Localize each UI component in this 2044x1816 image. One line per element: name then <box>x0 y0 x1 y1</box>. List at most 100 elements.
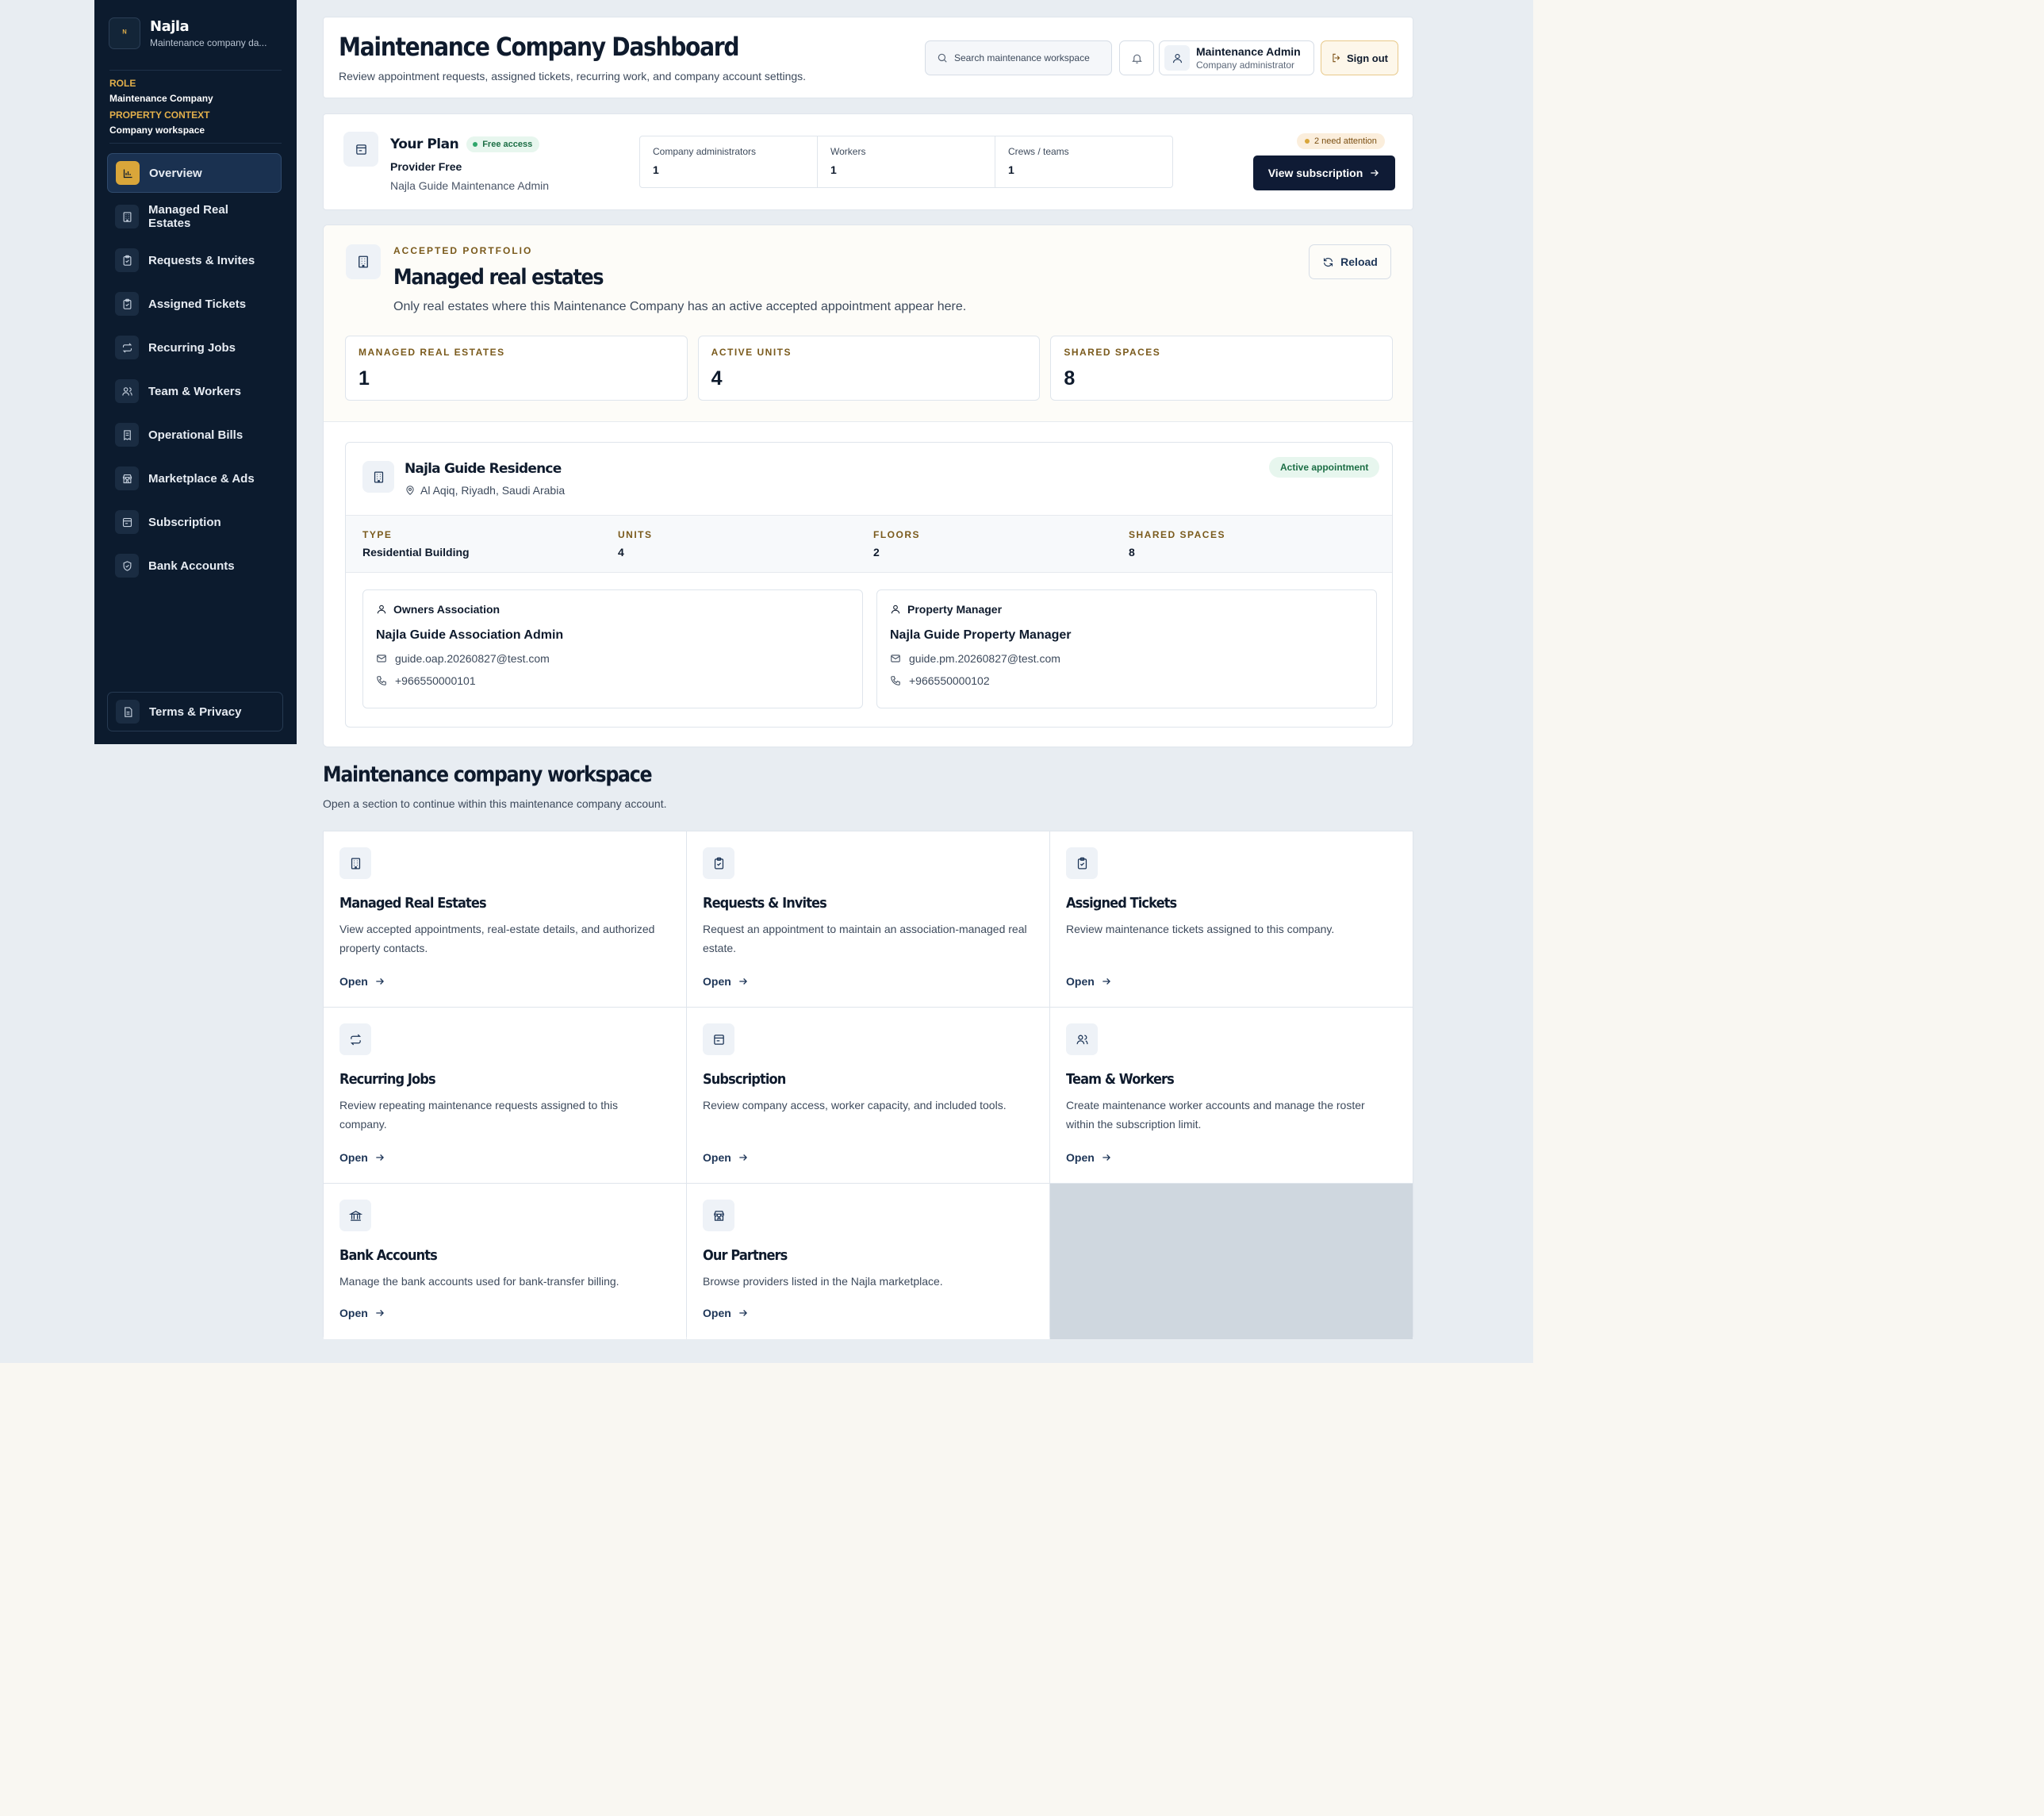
receipt-icon <box>115 423 139 447</box>
property-context-label: PROPERTY CONTEXT <box>109 109 210 121</box>
open-link[interactable]: Open <box>703 1151 749 1164</box>
plan-card: Your Plan Free access Provider Free Najl… <box>323 113 1413 210</box>
sidebar-divider <box>109 143 282 144</box>
stat-managed-real-estates: MANAGED REAL ESTATES 1 <box>345 336 688 401</box>
estate-location: Al Aqiq, Riyadh, Saudi Arabia <box>405 484 565 497</box>
sidebar-item-managed-real-estates[interactable]: Managed Real Estates <box>107 197 282 236</box>
role-context: ROLE Maintenance Company PROPERTY CONTEX… <box>109 70 282 136</box>
workspace-card-managed-real-estates[interactable]: Managed Real Estates View accepted appoi… <box>324 831 686 1007</box>
workspace-card-subscription[interactable]: Subscription Review company access, work… <box>687 1008 1049 1183</box>
shield-icon <box>115 554 139 578</box>
contact-email[interactable]: guide.oap.20260827@test.com <box>376 652 849 665</box>
open-link[interactable]: Open <box>1066 975 1112 988</box>
brand-logo: ᴺ <box>109 17 140 49</box>
estate-facts: TYPE Residential Building UNITS 4 FLOORS… <box>346 515 1392 573</box>
clipboard-check-icon <box>115 292 139 316</box>
user-icon <box>890 604 901 615</box>
open-link[interactable]: Open <box>339 1307 385 1319</box>
arrow-right-icon <box>374 976 385 987</box>
workspace-subtitle: Open a section to continue within this m… <box>323 797 667 810</box>
portfolio-eyebrow: ACCEPTED PORTFOLIO <box>393 245 533 256</box>
workspace-card-bank-accounts[interactable]: Bank Accounts Manage the bank accounts u… <box>324 1184 686 1339</box>
credit-card-icon <box>343 132 378 167</box>
sidebar-item-label: Overview <box>149 166 202 180</box>
brand[interactable]: ᴺ Najla Maintenance company da... <box>109 17 267 49</box>
arrow-right-icon <box>738 976 749 987</box>
sidebar-item-team-workers[interactable]: Team & Workers <box>107 371 282 411</box>
mail-icon <box>890 653 901 664</box>
sign-out-button[interactable]: Sign out <box>1321 40 1398 75</box>
search-icon <box>937 52 948 63</box>
contact-email[interactable]: guide.pm.20260827@test.com <box>890 652 1363 665</box>
workspace-card-requests-invites[interactable]: Requests & Invites Request an appointmen… <box>687 831 1049 1007</box>
sidebar-item-overview[interactable]: Overview <box>107 153 282 193</box>
attention-badge: 2 need attention <box>1297 133 1385 149</box>
repeat-icon <box>339 1023 371 1055</box>
arrow-right-icon <box>1369 167 1380 179</box>
building-icon <box>115 205 139 228</box>
open-link[interactable]: Open <box>703 1307 749 1319</box>
reload-icon <box>1322 256 1334 268</box>
workspace-title: Maintenance company workspace <box>323 762 653 787</box>
user-menu[interactable]: Maintenance Admin Company administrator <box>1159 40 1314 75</box>
sidebar-item-label: Managed Real Estates <box>148 203 228 230</box>
bank-icon <box>339 1200 371 1231</box>
fact-shared-spaces: SHARED SPACES 8 <box>1129 529 1225 559</box>
app-shell: ᴺ Najla Maintenance company da... ROLE M… <box>0 0 1533 1363</box>
workspace-card-team-workers[interactable]: Team & Workers Create maintenance worker… <box>1050 1008 1413 1183</box>
open-link[interactable]: Open <box>1066 1151 1112 1164</box>
estate-name: Najla Guide Residence <box>405 461 562 477</box>
brand-name: Najla <box>150 18 190 35</box>
open-link[interactable]: Open <box>339 1151 385 1164</box>
credit-card-icon <box>703 1023 734 1055</box>
contact-phone[interactable]: +966550000101 <box>376 674 849 687</box>
workspace-card-assigned-tickets[interactable]: Assigned Tickets Review maintenance tick… <box>1050 831 1413 1007</box>
open-link[interactable]: Open <box>339 975 385 988</box>
arrow-right-icon <box>738 1307 749 1319</box>
sidebar-item-requests-invites[interactable]: Requests & Invites <box>107 240 282 280</box>
sidebar-item-label: Operational Bills <box>148 428 244 442</box>
sidebar-item-marketplace-ads[interactable]: Marketplace & Ads <box>107 459 282 498</box>
portfolio-summary: ACCEPTED PORTFOLIO Managed real estates … <box>324 225 1413 422</box>
plan-stat-workers: Workers 1 <box>818 136 995 187</box>
page-title: Maintenance Company Dashboard <box>339 32 739 62</box>
contact-name: Najla Guide Association Admin <box>376 628 564 642</box>
sidebar-item-subscription[interactable]: Subscription <box>107 502 282 542</box>
terms-privacy-link[interactable]: Terms & Privacy <box>107 692 283 731</box>
plan-stat-crews: Crews / teams 1 <box>1008 146 1069 176</box>
workspace-card-our-partners[interactable]: Our Partners Browse providers listed in … <box>687 1184 1049 1339</box>
portfolio-title: Managed real estates <box>393 265 604 290</box>
page-subtitle: Review appointment requests, assigned ti… <box>339 70 807 83</box>
role-label: ROLE <box>109 78 136 89</box>
sidebar-item-label: Subscription <box>148 515 221 529</box>
building-icon <box>362 461 394 493</box>
portfolio-stats: MANAGED REAL ESTATES 1 ACTIVE UNITS 4 SH… <box>345 336 1394 401</box>
status-badge: Active appointment <box>1269 457 1380 478</box>
estate-card[interactable]: Najla Guide Residence Al Aqiq, Riyadh, S… <box>345 442 1393 728</box>
portfolio-card: ACCEPTED PORTFOLIO Managed real estates … <box>323 225 1413 747</box>
workspace-card-recurring-jobs[interactable]: Recurring Jobs Review repeating maintena… <box>324 1008 686 1183</box>
contact-property-manager: Property Manager Najla Guide Property Ma… <box>876 589 1377 708</box>
users-icon <box>1066 1023 1098 1055</box>
view-subscription-button[interactable]: View subscription <box>1253 155 1395 190</box>
sidebar-item-label: Recurring Jobs <box>148 340 236 355</box>
sidebar-item-label: Assigned Tickets <box>148 297 247 311</box>
sidebar-item-assigned-tickets[interactable]: Assigned Tickets <box>107 284 282 324</box>
sidebar-item-recurring-jobs[interactable]: Recurring Jobs <box>107 328 282 367</box>
sidebar-item-operational-bills[interactable]: Operational Bills <box>107 415 282 455</box>
sidebar-item-bank-accounts[interactable]: Bank Accounts <box>107 546 282 585</box>
arrow-right-icon <box>1101 1152 1112 1163</box>
plan-stats: Company administrators 1 Workers 1 Crews… <box>639 136 1173 188</box>
contact-phone[interactable]: +966550000102 <box>890 674 1363 687</box>
sidebar-item-label: Team & Workers <box>148 384 241 398</box>
open-link[interactable]: Open <box>703 975 749 988</box>
sidebar-item-label: Bank Accounts <box>148 559 235 573</box>
search-input[interactable]: Search maintenance workspace <box>925 40 1112 75</box>
notifications-button[interactable] <box>1119 40 1154 75</box>
clipboard-check-icon <box>115 248 139 272</box>
sidebar: ᴺ Najla Maintenance company da... ROLE M… <box>94 0 297 744</box>
property-context-value: Company workspace <box>109 125 205 136</box>
reload-button[interactable]: Reload <box>1309 244 1391 279</box>
arrow-right-icon <box>374 1307 385 1319</box>
store-icon <box>115 466 139 490</box>
